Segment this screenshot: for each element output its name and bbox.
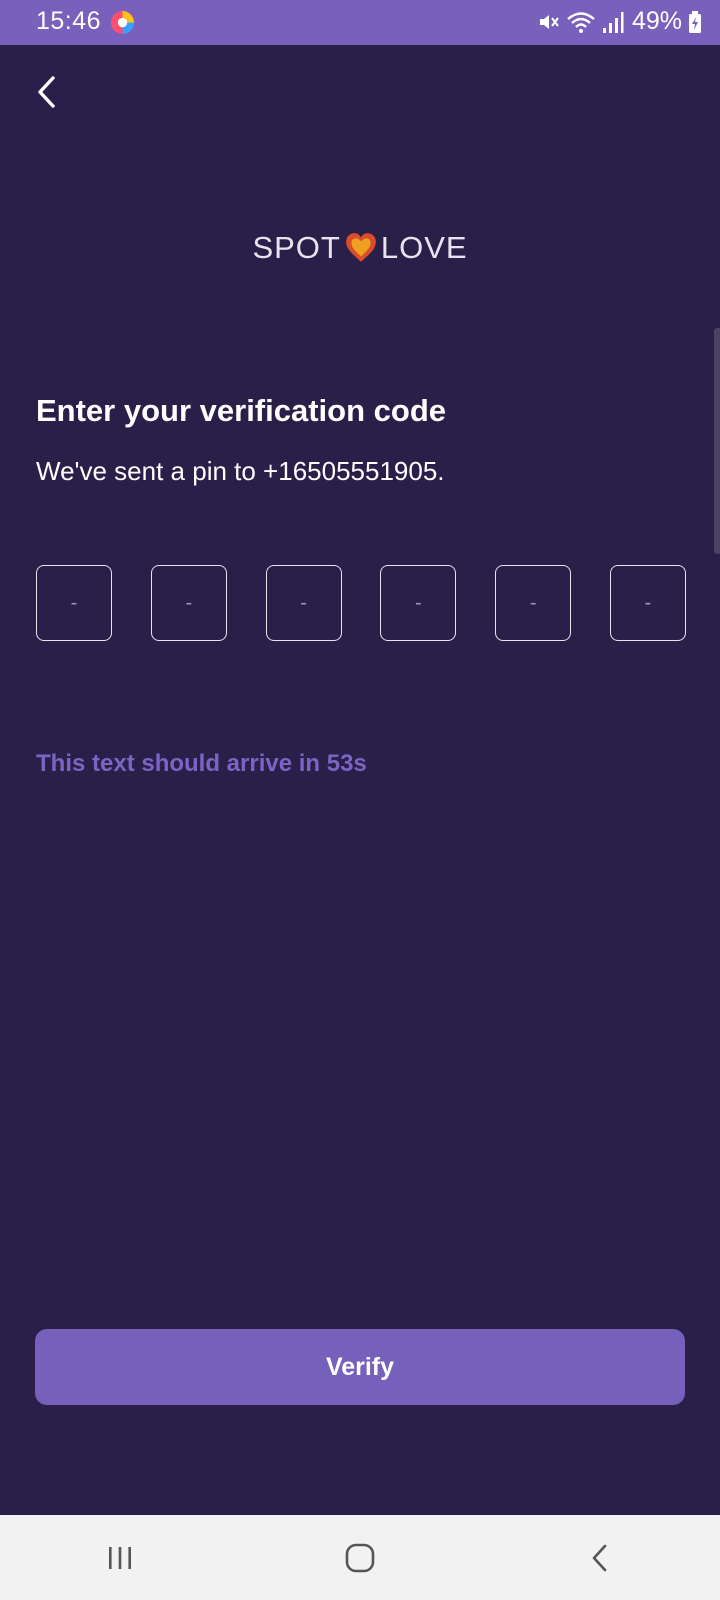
chevron-left-icon [38, 76, 55, 108]
top-app-bar [0, 45, 720, 145]
pin-digit-3[interactable]: - [265, 565, 342, 641]
wifi-icon [567, 11, 595, 33]
pin-digit-5[interactable]: - [495, 565, 572, 641]
back-button[interactable] [24, 67, 68, 117]
app-notification-icon [111, 11, 134, 34]
spotlove-logo: SPOT LOVE [0, 218, 720, 278]
home-icon [345, 1543, 375, 1572]
page-title: Enter your verification code [36, 393, 446, 428]
logo-text-left: SPOT [252, 230, 341, 265]
back-icon [592, 1544, 607, 1571]
verify-button[interactable]: Verify [35, 1329, 685, 1405]
logo-text-right: LOVE [380, 230, 468, 265]
status-time: 15:46 [36, 7, 102, 35]
signal-icon [602, 11, 624, 33]
heart-icon [345, 233, 376, 262]
resend-timer: This text should arrive in 53s [36, 750, 367, 777]
battery-percent: 49% [631, 7, 682, 35]
pin-digit-1[interactable]: - [36, 565, 112, 641]
pin-digit-4[interactable]: - [380, 565, 457, 641]
system-back-button[interactable] [560, 1528, 640, 1588]
home-button[interactable] [320, 1528, 400, 1588]
status-bar: 15:46 49% [0, 0, 720, 45]
pin-digit-2[interactable]: - [150, 565, 227, 641]
page-subtitle: We've sent a pin to +16505551905. [36, 456, 445, 486]
pin-input-row: - - - - - - [36, 565, 686, 643]
recent-apps-icon [109, 1546, 131, 1569]
scroll-indicator [714, 328, 720, 554]
system-nav-bar [0, 1515, 720, 1600]
pin-digit-6[interactable]: - [609, 565, 686, 641]
battery-icon [689, 10, 701, 33]
mute-icon [539, 14, 559, 29]
status-icons: 49% [536, 7, 702, 36]
recent-apps-button[interactable] [80, 1528, 160, 1588]
